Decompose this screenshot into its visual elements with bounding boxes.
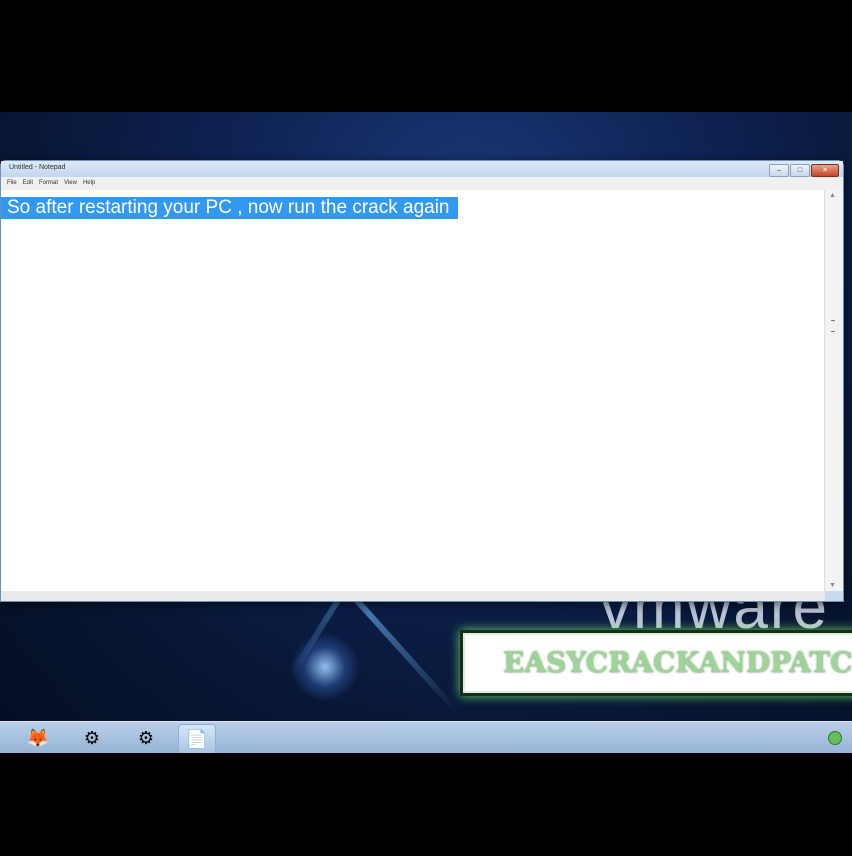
minimize-button[interactable]: –: [769, 164, 789, 177]
menu-help[interactable]: Help: [83, 177, 95, 190]
light-glow: [290, 632, 360, 702]
text-editor[interactable]: So after restarting your PC , now run th…: [1, 190, 825, 591]
taskbar-app-3-button[interactable]: ⚙: [128, 724, 164, 752]
menu-bar: File Edit Format View Help: [1, 177, 843, 190]
title-bar[interactable]: Untitled - Notepad – □ ✕: [1, 161, 843, 177]
scroll-down-icon[interactable]: ▼: [829, 582, 836, 589]
watermark-banner: EASYCRACKANDPATCH: [460, 630, 852, 696]
horizontal-scrollbar[interactable]: [1, 591, 825, 601]
notepad-window[interactable]: Untitled - Notepad – □ ✕ File Edit Forma…: [0, 160, 844, 602]
vertical-scrollbar[interactable]: ▲ ▼: [824, 190, 843, 591]
firefox-icon: 🦊: [26, 727, 50, 748]
watermark-text: EASYCRACKANDPATCH: [503, 646, 852, 679]
menu-edit[interactable]: Edit: [23, 177, 33, 190]
taskbar-firefox-button[interactable]: 🦊: [20, 724, 56, 752]
close-button[interactable]: ✕: [811, 164, 839, 177]
scroll-grip-icon[interactable]: [831, 320, 835, 332]
desktop-screen: vmware EASYCRACKANDPATCH Untitled - Note…: [0, 112, 852, 753]
menu-file[interactable]: File: [7, 177, 17, 190]
taskbar-app-2-button[interactable]: ⚙: [74, 724, 110, 752]
window-title: Untitled - Notepad: [9, 164, 66, 171]
menu-view[interactable]: View: [64, 177, 77, 190]
taskbar: 🦊 ⚙ ⚙ 📄: [0, 721, 852, 753]
app-icon: ⚙: [83, 727, 101, 748]
taskbar-notepad-button[interactable]: 📄: [178, 724, 216, 753]
scroll-up-icon[interactable]: ▲: [829, 192, 836, 199]
selected-text[interactable]: So after restarting your PC , now run th…: [1, 197, 458, 219]
notepad-icon: 📄: [185, 728, 209, 749]
window-controls: – □ ✕: [769, 164, 839, 177]
menu-format[interactable]: Format: [39, 177, 58, 190]
app-icon: ⚙: [137, 727, 155, 748]
tray-status-icon[interactable]: [828, 731, 842, 745]
maximize-button[interactable]: □: [790, 164, 810, 177]
